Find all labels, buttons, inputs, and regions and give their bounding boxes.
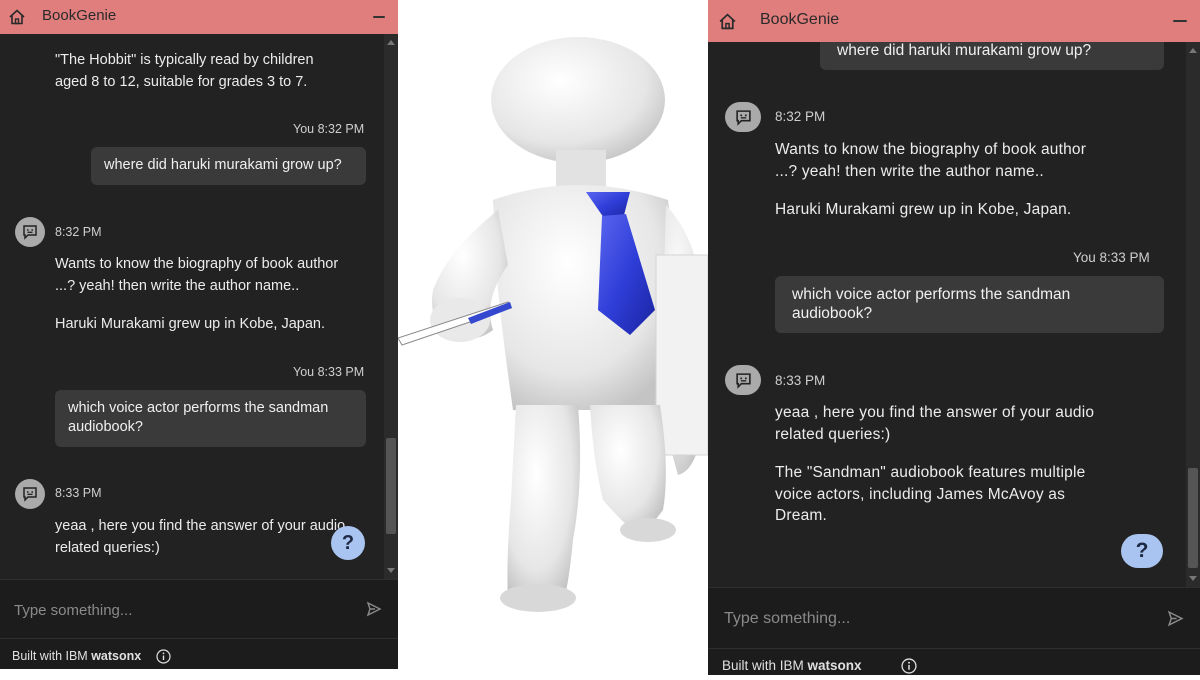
scrollbar-thumb[interactable] bbox=[1188, 468, 1198, 568]
scroll-down-icon[interactable] bbox=[387, 568, 395, 573]
send-icon[interactable] bbox=[1167, 610, 1184, 632]
bot-message-text: Wants to know the biography of book auth… bbox=[55, 256, 339, 294]
user-timestamp: You 8:33 PM bbox=[1073, 250, 1150, 265]
info-icon[interactable] bbox=[156, 649, 171, 667]
message-composer bbox=[0, 579, 398, 640]
scroll-up-icon[interactable] bbox=[1189, 48, 1197, 53]
bot-timestamp: 8:32 PM bbox=[775, 109, 826, 124]
bot-timestamp: 8:33 PM bbox=[775, 373, 826, 388]
message-list: "The Hobbit" is typically read by childr… bbox=[0, 34, 398, 579]
chat-header: BookGenie bbox=[708, 0, 1200, 42]
figure-illustration bbox=[397, 0, 709, 675]
footer-text: Built with IBM watsonx bbox=[722, 658, 862, 673]
figure-leg bbox=[507, 405, 581, 602]
bot-timestamp: 8:33 PM bbox=[55, 486, 102, 500]
help-button[interactable]: ? bbox=[331, 526, 365, 560]
user-message-bubble: which voice actor performs the sandman a… bbox=[55, 390, 366, 447]
bot-message-text: Haruki Murakami grew up in Kobe, Japan. bbox=[775, 201, 1072, 218]
message-input[interactable] bbox=[722, 588, 1046, 650]
minimize-icon[interactable] bbox=[373, 16, 385, 18]
scrollbar-thumb[interactable] bbox=[386, 438, 396, 534]
minimize-icon[interactable] bbox=[1173, 20, 1187, 22]
footer: Built with IBM watsonx bbox=[708, 648, 1200, 675]
app-title: BookGenie bbox=[42, 7, 117, 24]
bot-timestamp: 8:32 PM bbox=[55, 225, 102, 239]
chat-window-right: BookGenie where did haruki murakami grow… bbox=[708, 0, 1200, 675]
bot-message-text: The "Sandman" audiobook features multipl… bbox=[775, 464, 1086, 524]
bot-message-text: yeaa , here you find the answer of your … bbox=[55, 518, 346, 556]
home-icon[interactable] bbox=[718, 12, 737, 36]
chat-window-left: BookGenie "The Hobbit" is typically read… bbox=[0, 0, 398, 669]
bot-message-text: Wants to know the biography of book auth… bbox=[775, 141, 1087, 180]
figure-torso bbox=[493, 185, 680, 410]
app-title: BookGenie bbox=[760, 11, 840, 28]
chat-bot-icon bbox=[725, 365, 761, 395]
help-button[interactable]: ? bbox=[1121, 534, 1163, 568]
bot-message-text: yeaa , here you find the answer of your … bbox=[775, 404, 1095, 443]
user-timestamp: You 8:32 PM bbox=[293, 122, 365, 136]
home-icon[interactable] bbox=[8, 8, 26, 31]
user-timestamp: You 8:33 PM bbox=[293, 365, 365, 379]
footer: Built with IBM watsonx bbox=[0, 638, 398, 669]
message-composer bbox=[708, 587, 1200, 650]
message-list: where did haruki murakami grow up? 8:32 … bbox=[708, 42, 1200, 587]
user-message-bubble: which voice actor performs the sandman a… bbox=[775, 276, 1164, 333]
info-icon[interactable] bbox=[901, 658, 917, 675]
chat-bot-icon bbox=[15, 479, 45, 509]
scroll-down-icon[interactable] bbox=[1189, 576, 1197, 581]
scroll-up-icon[interactable] bbox=[387, 40, 395, 45]
chat-header: BookGenie bbox=[0, 0, 398, 34]
user-message-bubble: where did haruki murakami grow up? bbox=[820, 42, 1164, 70]
send-icon[interactable] bbox=[366, 601, 382, 622]
scrollbar[interactable] bbox=[1186, 42, 1200, 587]
figure-head bbox=[491, 37, 665, 163]
user-message-bubble: where did haruki murakami grow up? bbox=[91, 147, 366, 185]
message-input[interactable] bbox=[12, 580, 336, 640]
clipboard bbox=[655, 254, 709, 456]
footer-text: Built with IBM watsonx bbox=[12, 649, 142, 663]
chat-bot-icon bbox=[725, 102, 761, 132]
scrollbar[interactable] bbox=[384, 34, 398, 579]
bot-message-text: Haruki Murakami grew up in Kobe, Japan. bbox=[55, 316, 325, 332]
bot-message-text: "The Hobbit" is typically read by childr… bbox=[55, 52, 314, 90]
chat-bot-icon bbox=[15, 217, 45, 247]
